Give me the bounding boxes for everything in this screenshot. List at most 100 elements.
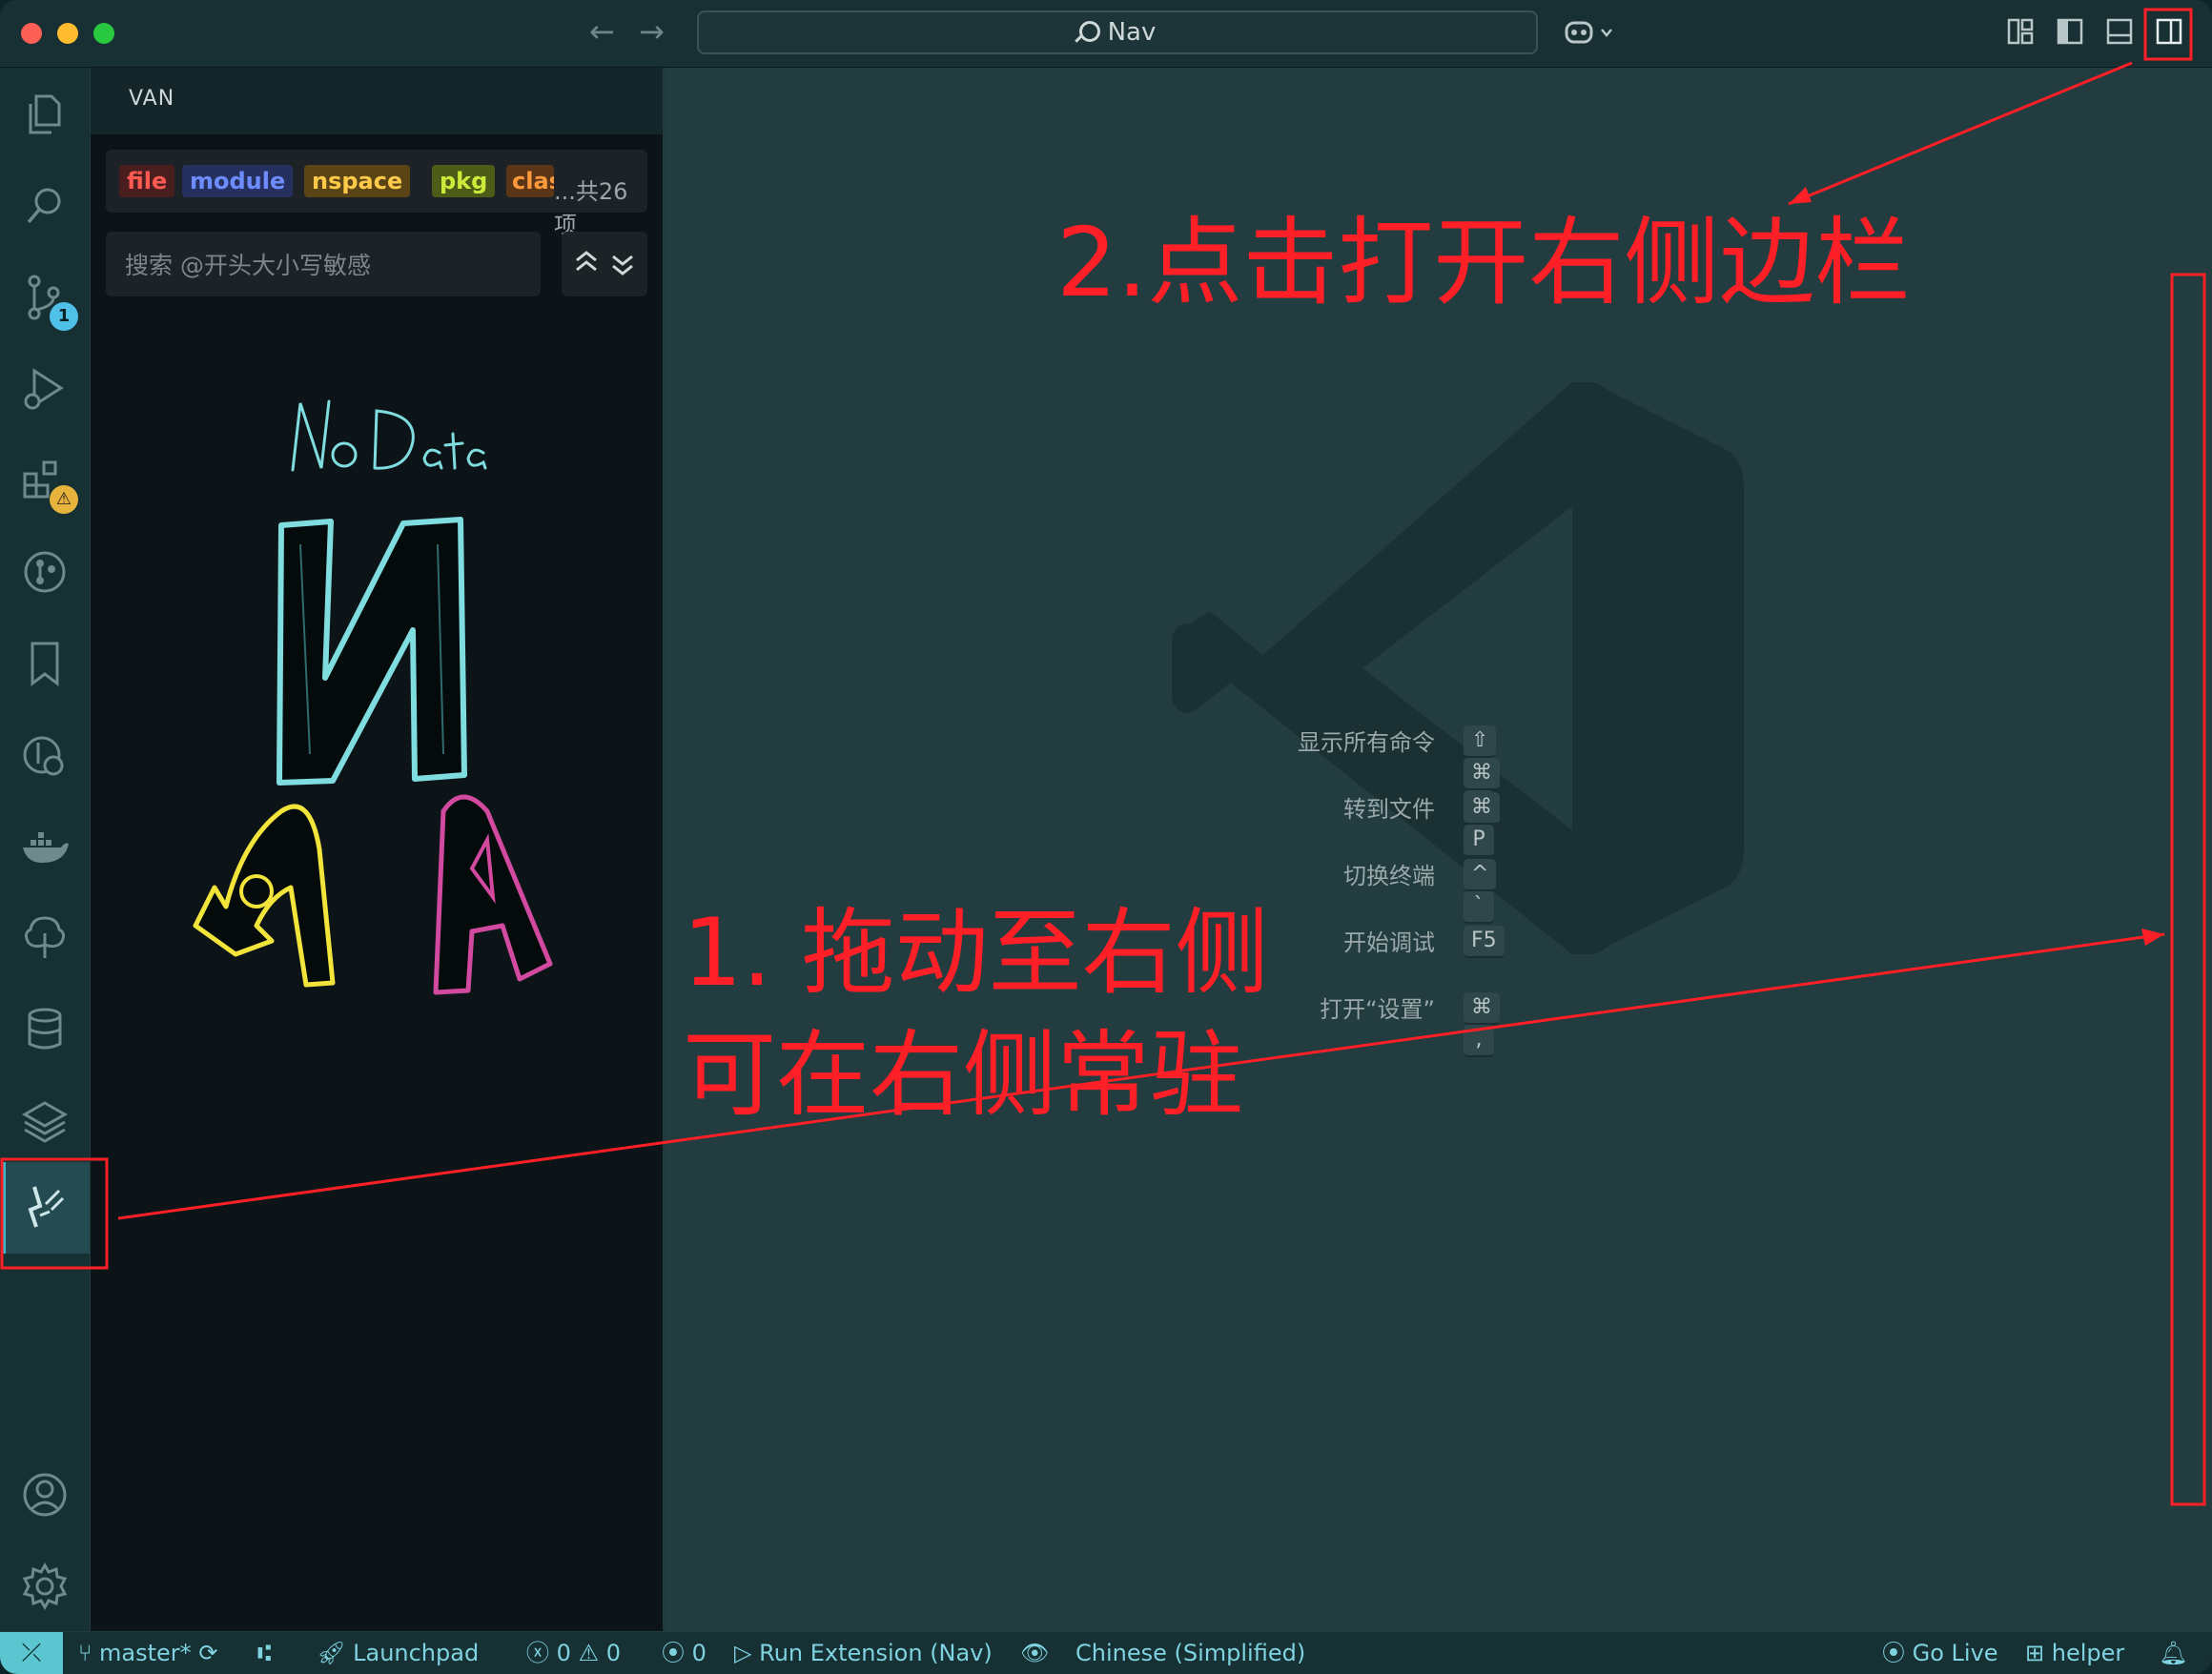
shortcut-label: 开始调试: [1343, 929, 1435, 956]
account-icon[interactable]: [19, 1469, 71, 1521]
toggle-secondary-sidebar-icon[interactable]: [2155, 17, 2183, 46]
run-debug-icon[interactable]: [19, 363, 71, 415]
status-bar: ⤫ ⑂ master* ⟳ ⑆ 🚀︎ Launchpad ⓧ 0 ⚠ 0 ⦿ 0…: [0, 1632, 2212, 1674]
explorer-icon[interactable]: [19, 89, 71, 140]
sidebar-panel: VAN file module nspace pkg class ...共26项: [91, 68, 663, 1631]
tag-class[interactable]: class: [506, 165, 554, 197]
sidebar-header: VAN: [91, 68, 663, 134]
close-window-button[interactable]: [21, 23, 42, 44]
timeline-icon[interactable]: [19, 729, 71, 781]
expand-all-icon: [612, 255, 633, 276]
zoom-window-button[interactable]: [93, 23, 114, 44]
run-extension-label: Run Extension (Nav): [759, 1640, 993, 1666]
nav-extension-icon[interactable]: [2, 1162, 90, 1254]
language-item[interactable]: Chinese (Simplified): [1075, 1638, 1305, 1668]
source-control-badge: 1: [50, 302, 78, 331]
shortcut-label: 显示所有命令: [1298, 729, 1435, 756]
extensions-icon[interactable]: ⚠: [19, 455, 78, 514]
forward-arrow-icon[interactable]: →: [639, 13, 665, 50]
warning-icon: ⚠: [578, 1640, 606, 1666]
go-live-item[interactable]: ⦿ Go Live: [1882, 1638, 1998, 1668]
copilot-icon[interactable]: [1564, 17, 1621, 57]
key-ctrl: ^: [1464, 859, 1497, 891]
database-icon[interactable]: [19, 1004, 71, 1055]
shortcut-keys: ⌘P: [1464, 792, 1509, 857]
key-shift: ⇧: [1464, 725, 1497, 758]
extensions-icon: ⊞: [2025, 1640, 2052, 1666]
shortcut-label: 切换终端: [1343, 863, 1435, 889]
key-comma: ,: [1464, 1025, 1494, 1057]
branch-name: master*: [99, 1640, 192, 1666]
tag-filter-bar: file module nspace pkg class ...共26项: [106, 150, 647, 238]
key-cmd: ⌘: [1464, 792, 1500, 825]
sync-icon[interactable]: ⟳: [198, 1640, 217, 1666]
vscode-logo-watermark: [1172, 382, 1744, 954]
debug-run-icon: ▷: [734, 1640, 760, 1666]
command-center[interactable]: Nav: [697, 10, 1538, 54]
shortcut-keys: F5: [1464, 926, 1514, 958]
tag-file[interactable]: file: [119, 165, 175, 197]
sidebar-title: VAN: [129, 87, 175, 111]
tag-overflow-count[interactable]: ...共26项: [554, 173, 647, 239]
bookmark-icon[interactable]: [19, 638, 71, 689]
helper-label: helper: [2051, 1640, 2125, 1666]
helper-item[interactable]: ⊞ helper: [2025, 1638, 2124, 1668]
annotation-step2: 2.点击打开右侧边栏: [1056, 207, 1911, 318]
broadcast-icon: ⦿: [1882, 1640, 1913, 1666]
key-cmd: ⌘: [1464, 992, 1500, 1025]
tag-pkg[interactable]: pkg: [432, 165, 496, 197]
notifications-bell-icon[interactable]: 🔔︎: [2159, 1638, 2187, 1668]
git-compare-icon[interactable]: ⑆: [257, 1638, 271, 1668]
search-icon: [1078, 21, 1100, 42]
shortcut-keys: ^`: [1464, 859, 1505, 924]
toggle-panel-icon[interactable]: [2105, 17, 2134, 46]
key-f5: F5: [1464, 926, 1505, 958]
command-center-label: Nav: [1107, 18, 1157, 47]
branch-icon: ⑂: [78, 1640, 100, 1666]
remote-indicator-icon[interactable]: ⤫: [0, 1632, 63, 1674]
toggle-primary-sidebar-icon[interactable]: [2056, 17, 2084, 46]
warning-count: 0: [605, 1640, 621, 1666]
settings-gear-icon[interactable]: [19, 1561, 71, 1612]
title-bar: ← → Nav: [0, 0, 2212, 68]
branch-indicator[interactable]: ⑂ master* ⟳: [78, 1638, 217, 1668]
shortcut-label: 转到文件: [1343, 796, 1435, 823]
collapse-all-icon: [576, 251, 597, 272]
shortcut-keys: ⌘,: [1464, 992, 1509, 1057]
tree-icon[interactable]: [19, 912, 71, 964]
expand-collapse-buttons[interactable]: [562, 232, 647, 296]
eye-icon[interactable]: 👁︎: [1020, 1638, 1049, 1668]
broadcast-icon: ⦿: [662, 1640, 692, 1666]
customize-layout-icon[interactable]: [2006, 17, 2035, 46]
key-backtick: `: [1464, 891, 1494, 924]
rocket-icon: 🚀︎: [317, 1640, 354, 1666]
problems-indicator[interactable]: ⓧ 0 ⚠ 0: [526, 1638, 621, 1668]
search-box: [106, 232, 541, 298]
key-p: P: [1464, 825, 1494, 857]
minimize-window-button[interactable]: [57, 23, 78, 44]
launchpad-item[interactable]: 🚀︎ Launchpad: [317, 1638, 479, 1668]
layers-icon[interactable]: [19, 1095, 71, 1147]
vscode-window: ← → Nav 1 ⚠ VAN file module nspace pkg c…: [0, 0, 2212, 1674]
launchpad-label: Launchpad: [353, 1640, 480, 1666]
error-count: 0: [556, 1640, 571, 1666]
back-arrow-icon[interactable]: ←: [589, 13, 615, 50]
key-cmd: ⌘: [1464, 758, 1500, 790]
activity-bar: 1 ⚠: [0, 68, 90, 1631]
source-control-icon[interactable]: 1: [19, 272, 78, 331]
annotation-step1-line2: 可在右侧常驻: [683, 1021, 1244, 1130]
go-live-label: Go Live: [1912, 1640, 1998, 1666]
search-icon[interactable]: [19, 180, 71, 232]
run-extension-item[interactable]: ▷ Run Extension (Nav): [734, 1638, 993, 1668]
git-graph-icon[interactable]: [19, 546, 71, 598]
shortcut-label: 打开“设置”: [1320, 996, 1435, 1023]
tag-nspace[interactable]: nspace: [304, 165, 411, 197]
extensions-warning-badge: ⚠: [50, 485, 78, 514]
no-data-illustration: [193, 399, 553, 995]
docker-icon[interactable]: [19, 821, 71, 872]
error-icon: ⓧ: [526, 1640, 557, 1666]
symbol-search-input[interactable]: [123, 232, 527, 298]
annotation-step1-line1: 1. 拖动至右侧: [683, 899, 1269, 1008]
ports-indicator[interactable]: ⦿ 0: [662, 1638, 707, 1668]
tag-module[interactable]: module: [182, 165, 294, 197]
